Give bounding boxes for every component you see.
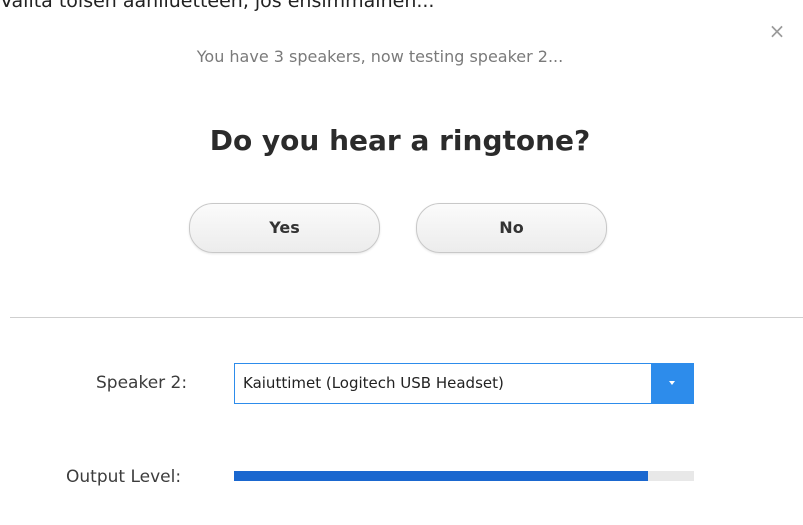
section-divider (10, 317, 803, 318)
yes-button[interactable]: Yes (189, 203, 380, 253)
speaker-test-dialog: Valita toisen ääniluetteen, jos ensimmäi… (0, 0, 803, 525)
output-level-fill (234, 471, 648, 481)
speaker-select[interactable]: Kaiuttimet (Logitech USB Headset) (234, 363, 694, 404)
speaker-test-status: You have 3 speakers, now testing speaker… (0, 47, 760, 66)
dropdown-arrow-button[interactable] (651, 364, 693, 403)
no-button[interactable]: No (416, 203, 607, 253)
speaker-select-value: Kaiuttimet (Logitech USB Headset) (243, 364, 504, 403)
close-icon[interactable]: × (766, 20, 788, 42)
speaker-label: Speaker 2: (96, 373, 187, 393)
background-caption-text: Valita toisen ääniluetteen, jos ensimmäi… (0, 0, 803, 14)
output-level-label: Output Level: (66, 467, 181, 487)
ringtone-question: Do you hear a ringtone? (0, 124, 800, 157)
chevron-down-icon (669, 381, 675, 385)
output-level-meter (234, 471, 694, 481)
